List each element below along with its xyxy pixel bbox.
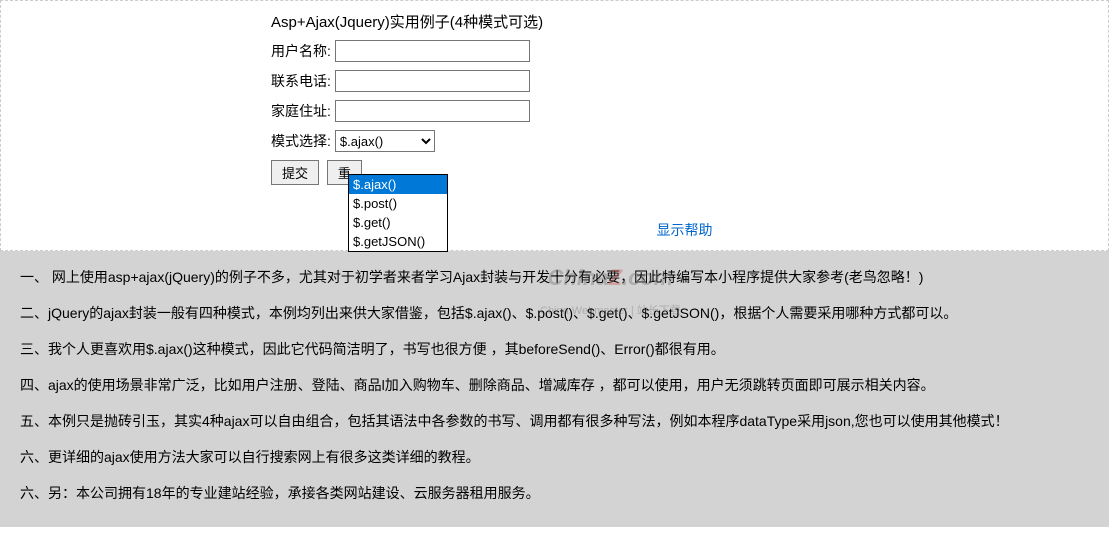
dropdown-list: $.ajax() $.post() $.get() $.getJSON(): [348, 174, 448, 252]
username-label: 用户名称:: [271, 41, 331, 61]
phone-input[interactable]: [335, 70, 530, 92]
help-item-6: 六、更详细的ajax使用方法大家可以自行搜索网上有很多这类详细的教程。: [20, 443, 1089, 471]
form-section: Asp+Ajax(Jquery)实用例子(4种模式可选) 用户名称: 联系电话:…: [0, 0, 1109, 251]
mode-select[interactable]: $.ajax(): [335, 130, 435, 152]
dropdown-option-ajax[interactable]: $.ajax(): [349, 175, 447, 194]
help-item-5: 五、本例只是抛砖引玉，其实4种ajax可以自由组合，包括其语法中各参数的书写、调…: [20, 407, 1089, 435]
form-title: Asp+Ajax(Jquery)实用例子(4种模式可选): [271, 11, 1098, 32]
dropdown-option-get[interactable]: $.get(): [349, 213, 447, 232]
help-item-7: 六、另：本公司拥有18年的专业建站经验，承接各类网站建设、云服务器租用服务。: [20, 479, 1089, 507]
mode-row: 模式选择: $.ajax(): [271, 130, 1098, 152]
help-section: ChinaZ.com China Webmaster | 站长下载 一、 网上使…: [0, 251, 1109, 527]
help-item-1: 一、 网上使用asp+ajax(jQuery)的例子不多，尤其对于初学者来者学习…: [20, 263, 1089, 291]
username-row: 用户名称:: [271, 40, 1098, 62]
phone-row: 联系电话:: [271, 70, 1098, 92]
address-label: 家庭住址:: [271, 101, 331, 121]
help-item-3: 三、我个人更喜欢用$.ajax()这种模式，因此它代码简洁明了，书写也很方便 ，…: [20, 335, 1089, 363]
help-item-4: 四、ajax的使用场景非常广泛，比如用户注册、登陆、商品l加入购物车、删除商品、…: [20, 371, 1089, 399]
dropdown-option-getjson[interactable]: $.getJSON(): [349, 232, 447, 251]
address-input[interactable]: [335, 100, 530, 122]
dropdown-option-post[interactable]: $.post(): [349, 194, 447, 213]
mode-label: 模式选择:: [271, 131, 331, 151]
phone-label: 联系电话:: [271, 71, 331, 91]
help-link[interactable]: 显示帮助: [657, 222, 713, 238]
username-input[interactable]: [335, 40, 530, 62]
address-row: 家庭住址:: [271, 100, 1098, 122]
form-content: Asp+Ajax(Jquery)实用例子(4种模式可选) 用户名称: 联系电话:…: [271, 11, 1098, 240]
help-item-2: 二、jQuery的ajax封装一般有四种模式，本例均列出来供大家借鉴，包括$.a…: [20, 299, 1089, 327]
submit-button[interactable]: 提交: [271, 160, 319, 185]
